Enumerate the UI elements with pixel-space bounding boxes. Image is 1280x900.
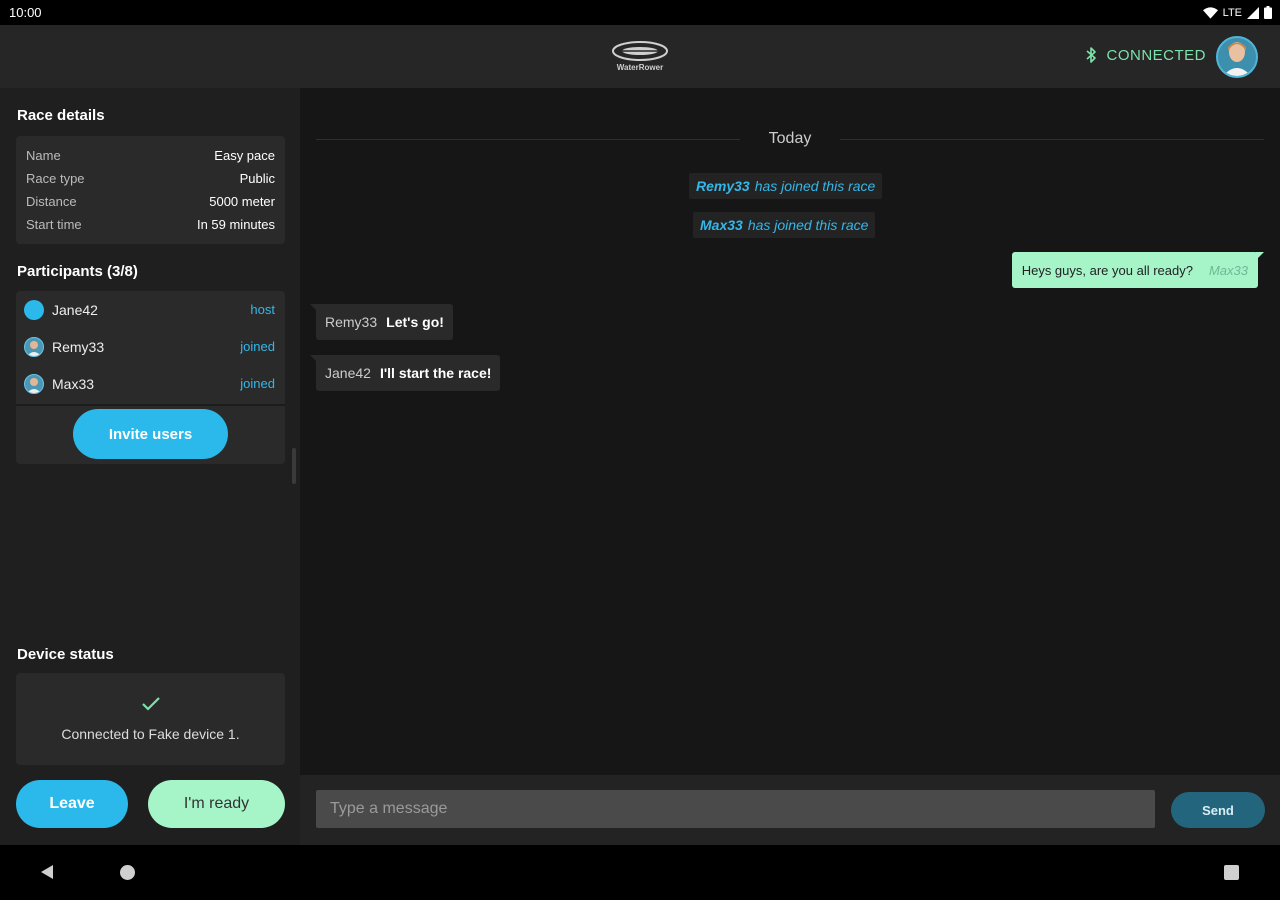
check-icon — [141, 697, 160, 711]
system-message: Max33 has joined this race — [693, 212, 876, 238]
participant-name: Remy33 — [52, 338, 105, 355]
participant-role: joined — [240, 339, 275, 354]
leave-button[interactable]: Leave — [16, 780, 128, 828]
send-button[interactable]: Send — [1171, 792, 1265, 828]
message-text: I'll start the race! — [379, 365, 492, 381]
system-message: Remy33 has joined this race — [689, 173, 883, 199]
message-sender: Remy33 — [325, 314, 378, 330]
panel-resize-handle[interactable] — [292, 448, 296, 484]
race-detail-key: Start time — [26, 217, 82, 232]
system-message-user: Remy33 — [696, 178, 750, 194]
home-icon[interactable] — [120, 865, 135, 880]
device-status-card: Connected to Fake device 1. — [16, 673, 285, 765]
signal-icon — [1247, 6, 1259, 19]
message-text: Heys guys, are you all ready? — [1021, 262, 1193, 278]
status-bar: 10:00 LTE — [0, 0, 1280, 25]
message-text: Let's go! — [386, 314, 444, 330]
connection-label: CONNECTED — [1106, 46, 1206, 64]
system-message-user: Max33 — [700, 217, 743, 233]
race-detail-row: Name Easy pace — [26, 144, 275, 167]
race-details-card: Name Easy pace Race type Public Distance… — [16, 136, 285, 244]
message-input[interactable] — [316, 790, 1155, 828]
device-status-title: Device status — [17, 646, 114, 663]
participant-role: host — [250, 302, 275, 317]
participant-name: Max33 — [52, 375, 95, 392]
race-detail-row: Race type Public — [26, 167, 275, 190]
app-bar: WaterRower CONNECTED — [0, 25, 1280, 88]
participant-avatar — [24, 373, 44, 394]
incoming-message: Remy33 Let's go! — [310, 304, 453, 340]
participants-divider — [16, 404, 285, 406]
participant-role: joined — [240, 376, 275, 391]
date-divider: Today — [316, 128, 1264, 150]
connection-status: CONNECTED — [1084, 46, 1206, 64]
message-sender: Max33 — [1208, 262, 1248, 278]
system-nav-bar — [0, 845, 1280, 900]
waterrower-logo: WaterRower — [610, 39, 670, 75]
system-message-text: has joined this race — [747, 217, 869, 233]
race-detail-key: Distance — [26, 194, 77, 209]
race-detail-row: Start time In 59 minutes — [26, 213, 275, 236]
participant-row[interactable]: Remy33 joined — [16, 328, 285, 365]
bluetooth-icon — [1086, 47, 1097, 63]
race-detail-value: 5000 meter — [209, 194, 275, 209]
network-type: LTE — [1222, 6, 1242, 19]
outgoing-message: Heys guys, are you all ready? Max33 — [1011, 252, 1265, 288]
invite-users-button[interactable]: Invite users — [73, 409, 228, 459]
system-icons: LTE — [1202, 5, 1272, 20]
participant-avatar — [24, 336, 44, 357]
incoming-message: Jane42 I'll start the race! — [309, 355, 501, 391]
race-detail-value: Public — [239, 171, 275, 186]
message-composer: Send — [300, 775, 1280, 845]
message-sender: Jane42 — [325, 365, 371, 381]
race-detail-row: Distance 5000 meter — [26, 190, 275, 213]
race-details-title: Race details — [17, 107, 105, 124]
wifi-icon — [1202, 6, 1218, 19]
participant-row[interactable]: Jane42 host — [16, 291, 285, 328]
participant-name: Jane42 — [52, 301, 98, 318]
system-message-text: has joined this race — [754, 178, 876, 194]
user-avatar[interactable] — [1216, 36, 1258, 78]
logo-wordmark: WaterRower — [617, 63, 663, 72]
battery-icon — [1264, 6, 1272, 19]
sidebar: Race details Name Easy pace Race type Pu… — [0, 88, 300, 845]
race-detail-value: Easy pace — [214, 148, 275, 163]
participants-card: Jane42 host Remy33 joined Max33 joined I… — [16, 291, 285, 464]
chat-panel: Today Remy33 has joined this race Max33 … — [300, 88, 1280, 775]
status-time: 10:00 — [9, 5, 42, 20]
participant-avatar — [24, 299, 44, 320]
device-status-message: Connected to Fake device 1. — [61, 726, 240, 742]
race-detail-value: In 59 minutes — [196, 217, 275, 232]
ready-button[interactable]: I'm ready — [148, 780, 285, 828]
participant-row[interactable]: Max33 joined — [16, 365, 285, 402]
race-detail-key: Race type — [26, 171, 85, 186]
participants-title: Participants (3/8) — [17, 263, 138, 280]
recents-icon[interactable] — [1224, 865, 1239, 880]
race-detail-key: Name — [26, 148, 61, 163]
back-icon[interactable] — [40, 864, 54, 880]
date-divider-label: Today — [768, 130, 812, 147]
